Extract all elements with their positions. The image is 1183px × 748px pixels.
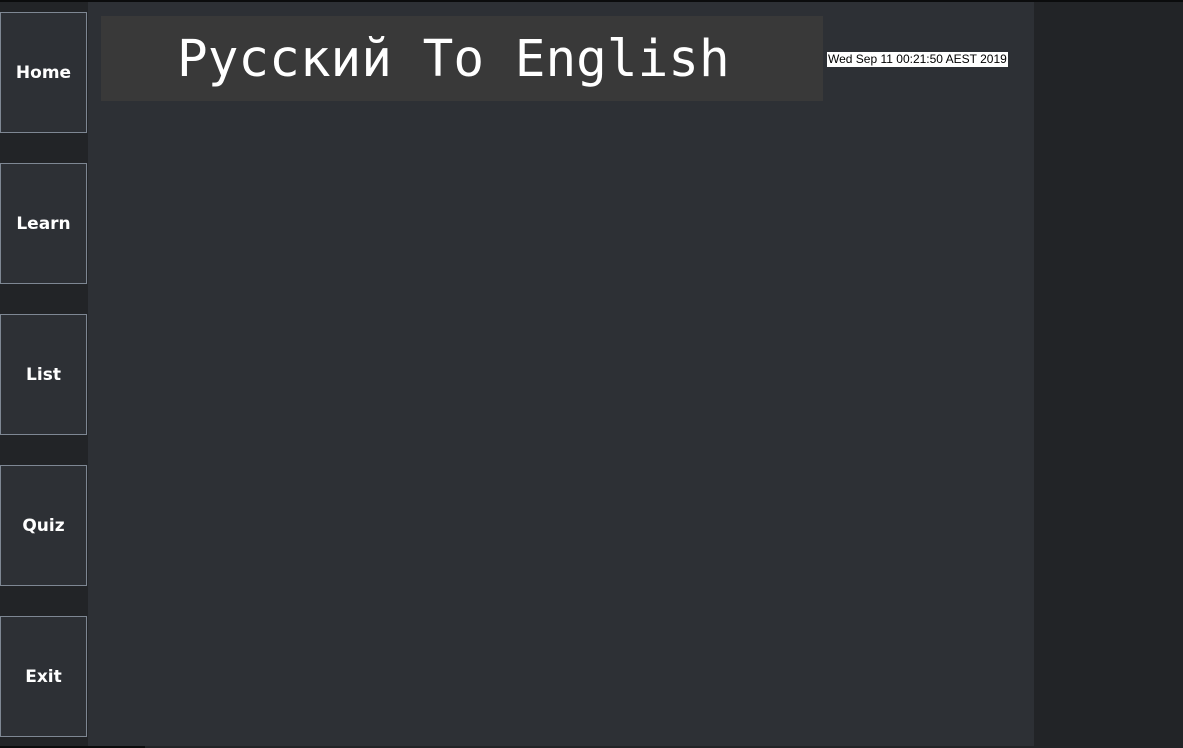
quiz-button-label: Quiz	[22, 515, 65, 536]
home-button[interactable]: Home	[0, 12, 87, 133]
list-button[interactable]: List	[0, 314, 87, 435]
home-button-label: Home	[15, 62, 72, 83]
quiz-button[interactable]: Quiz	[0, 465, 87, 586]
exit-button[interactable]: Exit	[0, 616, 87, 737]
page-title: Русский To English	[177, 30, 730, 89]
main-content-area	[88, 2, 1034, 746]
exit-button-label: Exit	[25, 666, 62, 687]
date-time-display: Wed Sep 11 00:21:50 AEST 2019	[827, 52, 1008, 67]
right-panel	[1034, 2, 1183, 746]
app-window: Home Learn List Quiz Exit Русский To Eng…	[0, 0, 1183, 748]
list-button-label: List	[26, 364, 61, 385]
learn-button[interactable]: Learn	[0, 163, 87, 284]
learn-button-label: Learn	[16, 213, 71, 234]
